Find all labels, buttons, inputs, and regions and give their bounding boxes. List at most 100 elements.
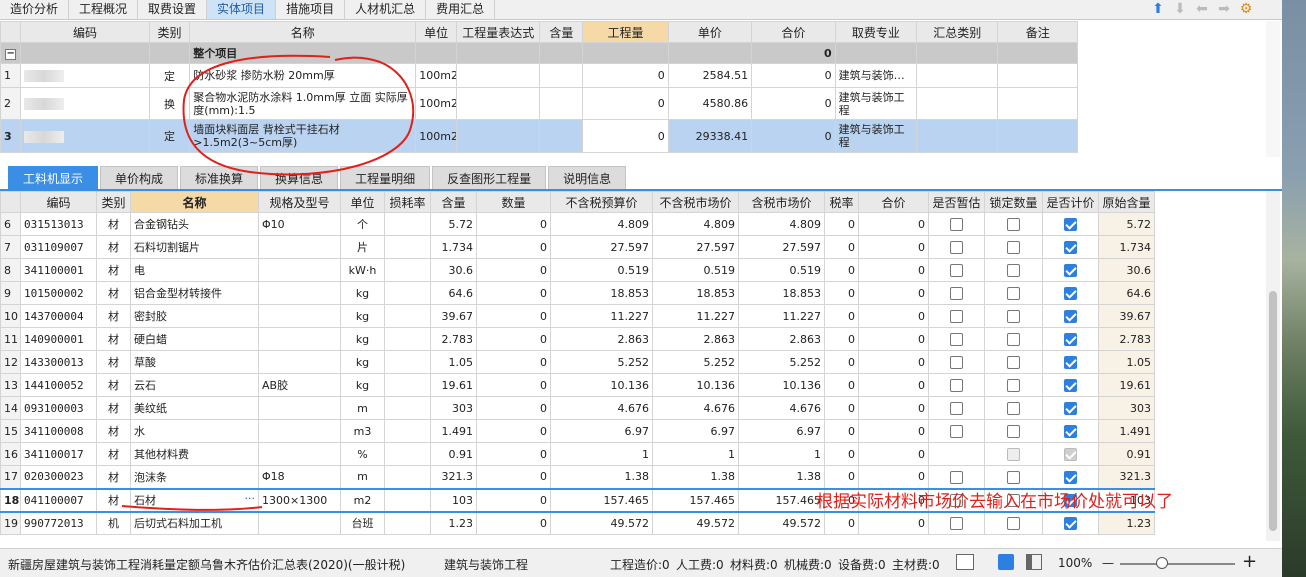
is-estimate-checkbox[interactable] bbox=[950, 217, 963, 231]
move-up-icon[interactable]: ⬆ bbox=[1150, 1, 1166, 17]
lock-quantity[interactable] bbox=[984, 511, 1043, 535]
resource-row[interactable]: 15 341100008 材水 m3 1.491 0 6.97 6.97 6.97 0 0 1.491 bbox=[0, 419, 1155, 443]
resource-row[interactable]: 19 990772013 机后切式石料加工机 台班 1.23 0 49.572 49.572 4… bbox=[0, 511, 1155, 535]
is-estimate[interactable] bbox=[928, 373, 985, 397]
item-name[interactable]: 墙面块料面层 背栓式干挂石材 >1.5m2(3~5cm厚) bbox=[189, 119, 417, 153]
is-estimate-checkbox[interactable] bbox=[950, 401, 963, 415]
is-priced[interactable] bbox=[1042, 258, 1099, 282]
resource-tax-rate[interactable]: 0 bbox=[824, 350, 859, 374]
zoom-in-button[interactable]: + bbox=[1242, 551, 1257, 572]
lock-quantity-checkbox[interactable] bbox=[1007, 286, 1020, 300]
is-priced-checkbox[interactable] bbox=[1064, 470, 1077, 484]
item-fee-category[interactable]: 建筑与装饰工程 bbox=[834, 119, 918, 153]
resource-header-11[interactable]: 税率 bbox=[824, 191, 859, 213]
resource-taxed-price[interactable]: 1 bbox=[738, 442, 825, 466]
is-priced-checkbox[interactable] bbox=[1064, 517, 1077, 530]
resource-header-1[interactable]: 类别 bbox=[96, 191, 131, 213]
item-fee-category[interactable]: 建筑与装饰工程 bbox=[834, 87, 918, 120]
resource-code[interactable]: 041100007 bbox=[20, 487, 97, 513]
resource-quantity[interactable]: 0 bbox=[476, 396, 551, 420]
lock-quantity[interactable] bbox=[984, 419, 1043, 443]
resource-tax-rate[interactable]: 0 bbox=[824, 258, 859, 282]
resource-name[interactable]: 石材 ··· bbox=[130, 487, 259, 513]
resource-content[interactable]: 303 bbox=[430, 396, 477, 420]
resource-tax-rate[interactable]: 0 bbox=[824, 327, 859, 351]
resource-market-price[interactable]: 6.97 bbox=[652, 419, 739, 443]
resource-market-price[interactable]: 157.465 bbox=[652, 487, 739, 513]
resource-name[interactable]: 电 bbox=[130, 258, 259, 282]
zoom-slider-handle[interactable] bbox=[1156, 557, 1168, 569]
upper-header-4[interactable]: 工程量表达式 bbox=[455, 21, 541, 43]
item-row[interactable]: 1 定防水砂浆 掺防水粉 20mm厚 100m2 0 2584.51 0 建筑与装饰… bbox=[0, 63, 1078, 88]
is-priced-checkbox[interactable] bbox=[1064, 355, 1077, 369]
item-code[interactable] bbox=[20, 119, 150, 153]
is-priced-checkbox[interactable] bbox=[1064, 217, 1077, 231]
is-priced-checkbox[interactable] bbox=[1064, 240, 1077, 254]
resource-content[interactable]: 1.734 bbox=[430, 235, 477, 259]
resource-spec[interactable] bbox=[258, 304, 341, 328]
upper-header-0[interactable]: 编码 bbox=[20, 21, 150, 43]
resource-loss-rate[interactable] bbox=[384, 419, 431, 443]
resource-name[interactable]: 合金钢钻头 bbox=[130, 212, 259, 236]
item-quantity[interactable]: 0 bbox=[582, 119, 669, 153]
resource-content[interactable]: 19.61 bbox=[430, 373, 477, 397]
resource-row[interactable]: 6 031513013 材合金钢钻头 Φ10 个 5.72 0 4.809 4.809 4.809… bbox=[0, 212, 1155, 236]
resource-loss-rate[interactable] bbox=[384, 511, 431, 535]
item-expression[interactable] bbox=[455, 119, 541, 153]
upper-header-3[interactable]: 单位 bbox=[415, 21, 457, 43]
lock-quantity-checkbox[interactable] bbox=[1007, 309, 1020, 323]
resource-quantity[interactable]: 0 bbox=[476, 487, 551, 513]
resource-name[interactable]: 美纹纸 bbox=[130, 396, 259, 420]
resource-row[interactable]: 12 143300013 材草酸 kg 1.05 0 5.252 5.252 5.252 0 0 1.… bbox=[0, 350, 1155, 374]
scroll-thumb[interactable] bbox=[1269, 291, 1277, 531]
is-estimate-checkbox[interactable] bbox=[950, 378, 963, 392]
resource-header-10[interactable]: 含税市场价 bbox=[738, 191, 825, 213]
is-estimate-checkbox[interactable] bbox=[950, 240, 963, 254]
lock-quantity-checkbox[interactable] bbox=[1007, 240, 1020, 254]
resource-spec[interactable]: AB胶 bbox=[258, 373, 341, 397]
is-estimate[interactable] bbox=[928, 465, 985, 489]
lock-quantity[interactable] bbox=[984, 304, 1043, 328]
is-estimate[interactable] bbox=[928, 258, 985, 282]
detail-tab-2[interactable]: 标准换算 bbox=[180, 166, 259, 190]
resource-market-price[interactable]: 4.809 bbox=[652, 212, 739, 236]
item-name[interactable]: 聚合物水泥防水涂料 1.0mm厚 立面 实际厚度(mm):1.5 bbox=[189, 87, 417, 120]
resource-tax-rate[interactable]: 0 bbox=[824, 304, 859, 328]
item-code[interactable] bbox=[20, 63, 150, 88]
is-priced-checkbox[interactable] bbox=[1064, 424, 1077, 438]
item-quantity[interactable]: 0 bbox=[582, 63, 669, 88]
resource-taxed-price[interactable]: 1.38 bbox=[738, 465, 825, 489]
resource-quantity[interactable]: 0 bbox=[476, 373, 551, 397]
resource-row[interactable]: 11 140900001 材硬白蜡 kg 2.783 0 2.863 2.863 2.863 0 0… bbox=[0, 327, 1155, 351]
layout-single-icon[interactable] bbox=[956, 554, 974, 570]
upper-header-9[interactable]: 取费专业 bbox=[834, 21, 918, 43]
resource-name[interactable]: 其他材料费 bbox=[130, 442, 259, 466]
resource-content[interactable]: 1.05 bbox=[430, 350, 477, 374]
resource-loss-rate[interactable] bbox=[384, 281, 431, 305]
resource-content[interactable]: 5.72 bbox=[430, 212, 477, 236]
upper-header-1[interactable]: 类别 bbox=[148, 21, 191, 43]
resource-taxed-price[interactable]: 6.97 bbox=[738, 419, 825, 443]
is-estimate[interactable] bbox=[928, 419, 985, 443]
is-priced-checkbox[interactable] bbox=[1064, 309, 1077, 323]
detail-tab-4[interactable]: 工程量明细 bbox=[340, 166, 431, 190]
resource-market-price[interactable]: 5.252 bbox=[652, 350, 739, 374]
lock-quantity-checkbox[interactable] bbox=[1007, 424, 1020, 438]
resource-row[interactable]: 17 020300023 材泡沫条 Φ18 m 321.3 0 1.38 1.38 1.38 0 0 3… bbox=[0, 465, 1155, 489]
detail-tab-1[interactable]: 单价构成 bbox=[100, 166, 179, 190]
detail-tab-3[interactable]: 换算信息 bbox=[260, 166, 339, 190]
group-row[interactable]: − 整个项目 0 bbox=[0, 42, 1078, 64]
zoom-out-button[interactable]: — bbox=[1102, 556, 1114, 570]
resource-quantity[interactable]: 0 bbox=[476, 511, 551, 535]
resource-quantity[interactable]: 0 bbox=[476, 304, 551, 328]
resource-row[interactable]: 8 341100001 材电 kW·h 30.6 0 0.519 0.519 0.519 0 0 30… bbox=[0, 258, 1155, 282]
resource-name[interactable]: 铝合金型材转接件 bbox=[130, 281, 259, 305]
item-remark[interactable] bbox=[997, 87, 1078, 120]
resource-header-3[interactable]: 规格及型号 bbox=[258, 191, 341, 213]
resource-code[interactable]: 341100008 bbox=[20, 419, 97, 443]
lock-quantity-checkbox[interactable] bbox=[1007, 332, 1020, 346]
detail-tab-5[interactable]: 反查图形工程量 bbox=[432, 166, 547, 190]
resource-header-6[interactable]: 含量 bbox=[430, 191, 477, 213]
resource-quantity[interactable]: 0 bbox=[476, 258, 551, 282]
resource-header-4[interactable]: 单位 bbox=[340, 191, 385, 213]
